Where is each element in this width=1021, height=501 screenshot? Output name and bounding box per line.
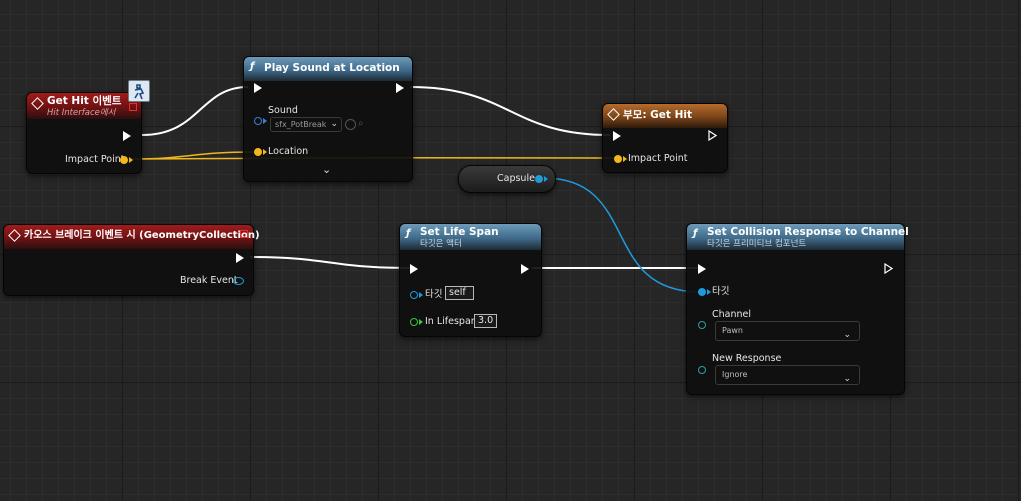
event-icon — [8, 229, 21, 242]
new-response-value: Ignore — [722, 370, 748, 379]
chevron-down-icon: ⌄ — [843, 330, 851, 340]
chaos-break-event-title: 카오스 브레이크 이벤트 시 (GeometryCollection) — [24, 230, 260, 241]
sound-asset-dropdown[interactable]: sfx_PotBreak ⌄ — [270, 117, 342, 132]
in-lifespan-pin[interactable] — [410, 318, 418, 326]
play-sound-title: Play Sound at Location — [264, 62, 400, 74]
sound-pin-arrow-icon — [263, 118, 267, 124]
impact-point-arrow-icon — [129, 157, 133, 163]
target-value[interactable]: self — [445, 286, 474, 300]
capsule-variable-node[interactable]: Capsule — [458, 165, 556, 193]
exec-out-pin[interactable] — [123, 131, 131, 141]
location-pin-arrow-icon — [263, 149, 267, 155]
parent-get-hit-node[interactable]: 부모: Get Hit Impact Point — [602, 103, 728, 173]
in-lifespan-arrow-icon — [419, 319, 423, 325]
get-hit-event-title: Get Hit 이벤트 — [47, 95, 122, 107]
get-hit-event-header: Get Hit 이벤트 Hit Interface에서 — [27, 93, 141, 119]
set-life-span-subtitle: 타깃은 액터 — [420, 239, 462, 249]
get-hit-event-subtitle: Hit Interface에서 — [47, 108, 116, 118]
exec-wire-gethit-to-playsound — [141, 86, 249, 136]
run-figure-icon — [134, 84, 145, 100]
impact-point-label: Impact Point — [65, 154, 125, 165]
function-call-icon — [607, 108, 620, 121]
location-pin[interactable] — [254, 148, 262, 156]
delegate-pin-icon[interactable] — [129, 103, 137, 111]
exec-out-pin[interactable] — [396, 83, 404, 93]
location-label: Location — [268, 146, 309, 157]
exec-out-pin[interactable] — [708, 130, 717, 141]
interface-badge-icon — [128, 80, 150, 102]
exec-wire-playsound-to-parent — [409, 86, 611, 136]
sound-pin[interactable] — [254, 117, 262, 125]
target-pin[interactable] — [410, 291, 418, 299]
object-wire-capsule-to-target — [543, 177, 701, 293]
set-life-span-header: ƒ Set Life Span 타깃은 액터 — [400, 224, 541, 250]
sound-asset-value: sfx_PotBreak — [275, 120, 327, 129]
sound-label: Sound — [268, 105, 298, 116]
new-response-label: New Response — [712, 353, 782, 364]
target-pin[interactable] — [698, 288, 706, 296]
set-collision-subtitle: 타깃은 프리미티브 컴포넌트 — [707, 239, 807, 249]
set-life-span-node[interactable]: ƒ Set Life Span 타깃은 액터 타깃 self In Lifesp… — [399, 223, 542, 337]
channel-pin[interactable] — [698, 321, 706, 329]
target-pin-arrow-icon — [707, 289, 711, 295]
channel-value: Pawn — [722, 326, 743, 335]
break-event-pin[interactable] — [233, 277, 244, 285]
capsule-label: Capsule — [497, 173, 535, 184]
chevron-down-icon: ⌄ — [843, 374, 851, 384]
exec-in-pin[interactable] — [410, 264, 418, 274]
exec-in-pin[interactable] — [254, 83, 262, 93]
capsule-output-pin[interactable] — [535, 175, 543, 183]
set-collision-header: ƒ Set Collision Response to Channel 타깃은 … — [687, 224, 909, 250]
play-sound-node[interactable]: ƒ Play Sound at Location Sound sfx_PotBr… — [243, 56, 413, 182]
exec-wire-break-to-lifespan — [249, 256, 411, 269]
chevron-down-icon: ⌄ — [330, 119, 338, 129]
set-collision-node[interactable]: ƒ Set Collision Response to Channel 타깃은 … — [686, 223, 909, 395]
impact-point-pin[interactable] — [614, 155, 622, 163]
search-icon[interactable]: ⌕ — [358, 118, 364, 129]
function-icon: ƒ — [250, 61, 255, 72]
expand-node-button[interactable]: ⌄ — [322, 163, 331, 176]
browse-asset-icon[interactable] — [345, 119, 356, 130]
break-event-label: Break Event — [180, 275, 238, 286]
function-icon: ƒ — [693, 228, 698, 239]
capsule-arrow-icon — [544, 176, 548, 182]
exec-out-pin[interactable] — [884, 263, 893, 274]
impact-point-label: Impact Point — [628, 153, 688, 164]
exec-in-pin[interactable] — [698, 264, 706, 274]
impact-point-arrow-icon — [623, 156, 627, 162]
parent-get-hit-header: 부모: Get Hit — [603, 104, 727, 128]
target-pin-arrow-icon — [419, 292, 423, 298]
delegate-pin-icon[interactable] — [240, 230, 248, 238]
set-life-span-title: Set Life Span — [420, 226, 499, 238]
new-response-dropdown[interactable]: Ignore ⌄ — [715, 365, 860, 385]
function-icon: ƒ — [406, 228, 411, 239]
channel-label: Channel — [712, 309, 752, 320]
get-hit-event-node[interactable]: Get Hit 이벤트 Hit Interface에서 Impact Point — [26, 92, 142, 174]
channel-dropdown[interactable]: Pawn ⌄ — [715, 321, 860, 341]
exec-out-pin[interactable] — [236, 253, 244, 263]
exec-in-pin[interactable] — [613, 131, 621, 141]
parent-get-hit-title: 부모: Get Hit — [623, 109, 692, 121]
in-lifespan-value[interactable]: 3.0 — [474, 314, 497, 328]
chaos-break-event-node[interactable]: 카오스 브레이크 이벤트 시 (GeometryCollection) Brea… — [3, 224, 260, 296]
in-lifespan-label: In Lifespan — [425, 316, 477, 327]
impact-point-pin[interactable] — [120, 156, 128, 164]
target-label: 타깃 — [712, 286, 730, 297]
event-icon — [31, 97, 44, 110]
set-collision-title: Set Collision Response to Channel — [707, 226, 909, 238]
chaos-break-event-header: 카오스 브레이크 이벤트 시 (GeometryCollection) — [4, 225, 260, 249]
new-response-pin[interactable] — [698, 366, 706, 374]
play-sound-header: ƒ Play Sound at Location — [244, 57, 412, 81]
target-label: 타깃 — [425, 289, 443, 300]
exec-out-pin[interactable] — [521, 264, 529, 274]
